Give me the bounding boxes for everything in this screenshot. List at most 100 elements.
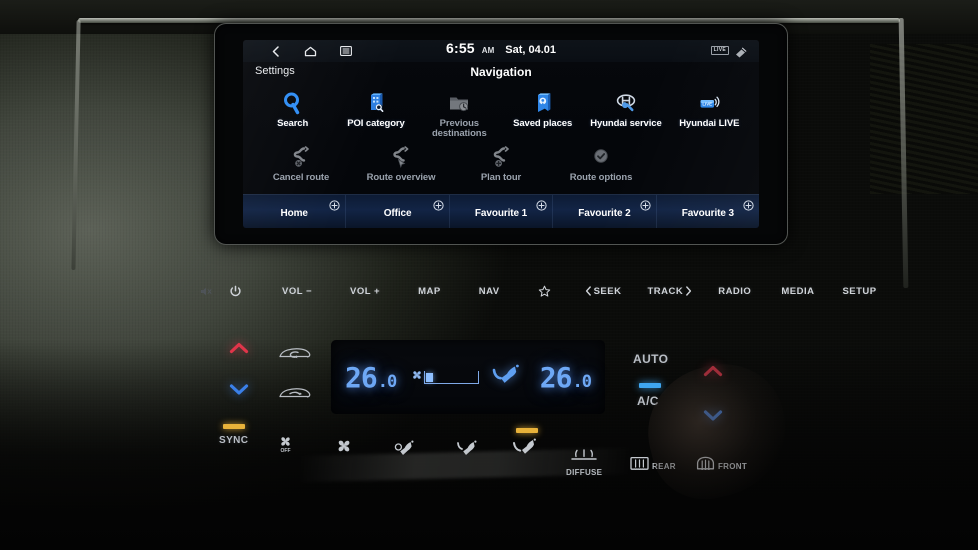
menu-item-cancel-route[interactable]: Cancel route: [251, 142, 351, 183]
fan-speed-indicator: [411, 368, 479, 386]
ac-indicator: [639, 383, 661, 388]
favourite-slot-2[interactable]: Favourite 2: [553, 195, 657, 228]
clock-date: Sat, 04.01: [505, 44, 557, 56]
favourite-slot-1[interactable]: Favourite 1: [450, 195, 554, 228]
menu-item-previous-destinations[interactable]: Previous destinations: [418, 88, 501, 140]
page-title: Navigation: [470, 65, 532, 79]
menu-item-hyundai-live[interactable]: LIVE Hyundai LIVE: [668, 88, 751, 140]
hyundai-wrench-icon: [613, 90, 639, 116]
menu-item-hyundai-service[interactable]: Hyundai service: [584, 88, 667, 140]
menu-item-route-overview[interactable]: Route overview: [351, 142, 451, 183]
menu-item-empty-slot: [651, 142, 751, 183]
driver-temp-down-button[interactable]: [229, 383, 249, 401]
passenger-temp-integer: 26: [539, 360, 573, 394]
mute-button[interactable]: [200, 286, 213, 297]
route-cancel-icon: [288, 144, 314, 170]
status-bar: 6:55 AM Sat, 04.01 LIVE: [243, 40, 759, 62]
hardkey-strip: VOL − VOL + MAP NAV SEEK TRACK RADIO MED…: [196, 276, 876, 306]
airflow-face-button[interactable]: [392, 440, 418, 465]
diffuse-label: DIFFUSE: [566, 468, 603, 477]
seek-label: SEEK: [593, 285, 622, 297]
airflow-mode-indicator: [516, 428, 538, 433]
plus-circle-icon[interactable]: [536, 198, 547, 211]
menu-label: Search: [277, 118, 309, 129]
menu-label: Route overview: [366, 171, 436, 183]
setup-button[interactable]: SETUP: [842, 286, 876, 297]
menu-label: POI category: [347, 118, 405, 129]
airflow-face-feet-button[interactable]: [512, 428, 542, 463]
track-label: TRACK: [647, 285, 684, 297]
seek-button[interactable]: SEEK: [585, 286, 622, 297]
magnifier-icon: [280, 90, 306, 116]
favourite-star-button[interactable]: [538, 285, 551, 298]
chevron-left-icon[interactable]: [269, 45, 282, 58]
ac-button[interactable]: A/C: [637, 383, 661, 408]
volume-down-button[interactable]: VOL −: [282, 286, 312, 297]
driver-temp-up-button[interactable]: [229, 341, 249, 359]
fan-icon: [411, 368, 423, 386]
air-recirculation-button[interactable]: [278, 344, 312, 366]
rear-defrost-button[interactable]: REAR: [630, 456, 676, 476]
passenger-temp-up-button[interactable]: [703, 364, 723, 382]
driver-temp-decimal: .0: [377, 371, 398, 392]
media-button[interactable]: MEDIA: [781, 286, 814, 297]
plus-circle-icon[interactable]: [640, 198, 651, 211]
plus-circle-icon[interactable]: [743, 198, 754, 211]
menu-label: Plan tour: [480, 171, 522, 183]
live-badge: LIVE: [710, 46, 729, 55]
favourite-label: Home: [280, 208, 308, 219]
menu-item-poi-category[interactable]: POI category: [334, 88, 417, 140]
bookmark-pin-icon: [530, 90, 556, 116]
home-icon[interactable]: [304, 45, 317, 58]
radio-button[interactable]: RADIO: [718, 286, 751, 297]
favourite-slot-home[interactable]: Home: [243, 195, 347, 228]
airflow-face-feet-icon: [512, 438, 542, 463]
menu-label: Route options: [569, 171, 633, 183]
route-overview-icon: [388, 144, 414, 170]
front-defrost-button[interactable]: FRONT: [696, 456, 747, 476]
poi-building-icon: [363, 90, 389, 116]
volume-up-button[interactable]: VOL +: [350, 286, 380, 297]
airflow-feet-button[interactable]: [455, 440, 481, 465]
sync-label: SYNC: [219, 435, 249, 446]
menu-icon[interactable]: [339, 45, 352, 58]
nav-menu-row-2: Cancel route Route overview Plan tour Ro…: [243, 140, 759, 183]
passenger-temp-down-button[interactable]: [703, 409, 723, 427]
nav-menu-row-1: Search POI category Previous destination…: [243, 84, 759, 140]
favourite-label: Office: [383, 208, 412, 219]
infotainment-screen[interactable]: 6:55 AM Sat, 04.01 LIVE Settings Navigat…: [243, 40, 759, 228]
menu-label: Saved places: [513, 118, 573, 129]
sync-button[interactable]: SYNC: [219, 424, 248, 446]
clock-ampm: AM: [481, 46, 495, 55]
auto-button[interactable]: AUTO: [633, 352, 668, 366]
fan-on-button[interactable]: [333, 435, 355, 462]
sync-indicator: [222, 424, 245, 429]
menu-item-saved-places[interactable]: Saved places: [501, 88, 584, 140]
rear-defrost-icon: [630, 456, 649, 476]
fan-off-button[interactable]: OFF: [277, 433, 294, 458]
menu-label: Previous destinations: [431, 118, 487, 140]
nav-button[interactable]: NAV: [479, 286, 500, 297]
connection-icon: [734, 45, 747, 58]
menu-item-plan-tour[interactable]: Plan tour: [451, 142, 551, 183]
plus-circle-icon[interactable]: [329, 198, 341, 211]
favourite-label: Favourite 3: [681, 208, 734, 219]
favourite-slot-office[interactable]: Office: [346, 195, 450, 228]
favourite-label: Favourite 2: [578, 208, 631, 219]
live-signal-icon: LIVE: [696, 90, 722, 116]
auto-label: AUTO: [633, 352, 669, 366]
svg-text:LIVE: LIVE: [703, 102, 713, 107]
menu-item-route-options[interactable]: Route options: [551, 142, 651, 183]
track-button[interactable]: TRACK: [647, 286, 692, 297]
menu-item-search[interactable]: Search: [251, 88, 334, 140]
screen-title-row: Settings Navigation: [243, 62, 759, 84]
menu-label: Hyundai LIVE: [679, 118, 740, 129]
diffuse-button[interactable]: DIFFUSE: [566, 448, 602, 477]
map-button[interactable]: MAP: [418, 286, 441, 297]
fresh-air-button[interactable]: [278, 384, 312, 406]
power-button[interactable]: [229, 285, 242, 298]
passenger-temperature: 26 .0: [539, 360, 592, 394]
favourite-slot-3[interactable]: Favourite 3: [657, 195, 759, 228]
plus-circle-icon[interactable]: [433, 198, 444, 211]
front-defrost-icon: [696, 456, 715, 476]
